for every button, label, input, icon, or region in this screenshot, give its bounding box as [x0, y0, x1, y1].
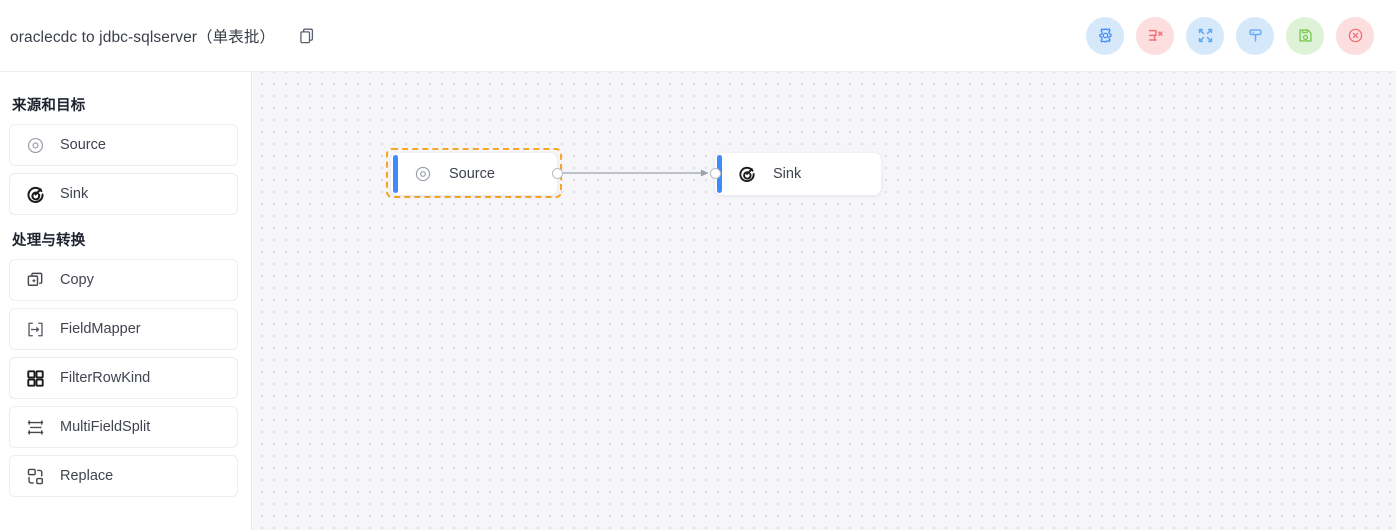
fit-view-button[interactable]	[1186, 17, 1224, 55]
field-mapper-icon	[24, 318, 46, 340]
save-button[interactable]	[1286, 17, 1324, 55]
palette-item-sink[interactable]: Sink	[9, 173, 238, 215]
clear-all-button[interactable]	[1136, 17, 1174, 55]
close-button[interactable]	[1336, 17, 1374, 55]
palette-item-copy[interactable]: Copy	[9, 259, 238, 301]
palette-group-title-transforms: 处理与转换	[12, 229, 238, 250]
title-area: oraclecdc to jdbc-sqlserver（单表批）	[8, 25, 317, 47]
source-output-port[interactable]	[552, 168, 563, 179]
palette-item-filterrowkind[interactable]: FilterRowKind	[9, 357, 238, 399]
flow-canvas[interactable]: Source Sink	[252, 72, 1396, 530]
source-circle-icon	[24, 134, 46, 156]
palette-item-label: Sink	[60, 186, 88, 202]
palette-item-source[interactable]: Source	[9, 124, 238, 166]
node-accent-bar	[393, 155, 398, 193]
palette-item-label: Source	[60, 137, 106, 153]
flow-designer-app: oraclecdc to jdbc-sqlserver（单表批）	[0, 0, 1396, 530]
source-circle-icon	[412, 163, 434, 185]
palette-item-label: MultiFieldSplit	[60, 419, 150, 435]
palette-item-label: Copy	[60, 272, 94, 288]
palette-item-label: FilterRowKind	[60, 370, 150, 386]
app-body: 来源和目标 Source Sin	[0, 72, 1396, 530]
flow-node-label: Sink	[773, 166, 801, 182]
settings-button[interactable]	[1086, 17, 1124, 55]
edge-layer	[252, 72, 1396, 530]
palette-group-title-sources: 来源和目标	[12, 94, 238, 115]
copy-title-icon[interactable]	[297, 26, 317, 46]
copy-squares-icon	[24, 269, 46, 291]
sink-target-icon	[736, 163, 758, 185]
sink-target-icon	[24, 183, 46, 205]
split-fields-icon	[24, 416, 46, 438]
app-header: oraclecdc to jdbc-sqlserver（单表批）	[0, 0, 1396, 72]
palette-item-label: Replace	[60, 468, 113, 484]
replace-shapes-icon	[24, 465, 46, 487]
component-palette-sidebar: 来源和目标 Source Sin	[0, 72, 252, 530]
flow-node-sink[interactable]: Sink	[715, 153, 881, 195]
header-toolbar	[1086, 17, 1374, 55]
palette-item-multifieldsplit[interactable]: MultiFieldSplit	[9, 406, 238, 448]
auto-layout-button[interactable]	[1236, 17, 1274, 55]
palette-item-fieldmapper[interactable]: FieldMapper	[9, 308, 238, 350]
palette-item-label: FieldMapper	[60, 321, 141, 337]
sink-input-port[interactable]	[710, 168, 721, 179]
flow-node-label: Source	[449, 166, 495, 182]
flow-node-source[interactable]: Source	[391, 153, 557, 195]
grid-squares-icon	[24, 367, 46, 389]
page-title: oraclecdc to jdbc-sqlserver（单表批）	[10, 25, 275, 47]
palette-item-replace[interactable]: Replace	[9, 455, 238, 497]
